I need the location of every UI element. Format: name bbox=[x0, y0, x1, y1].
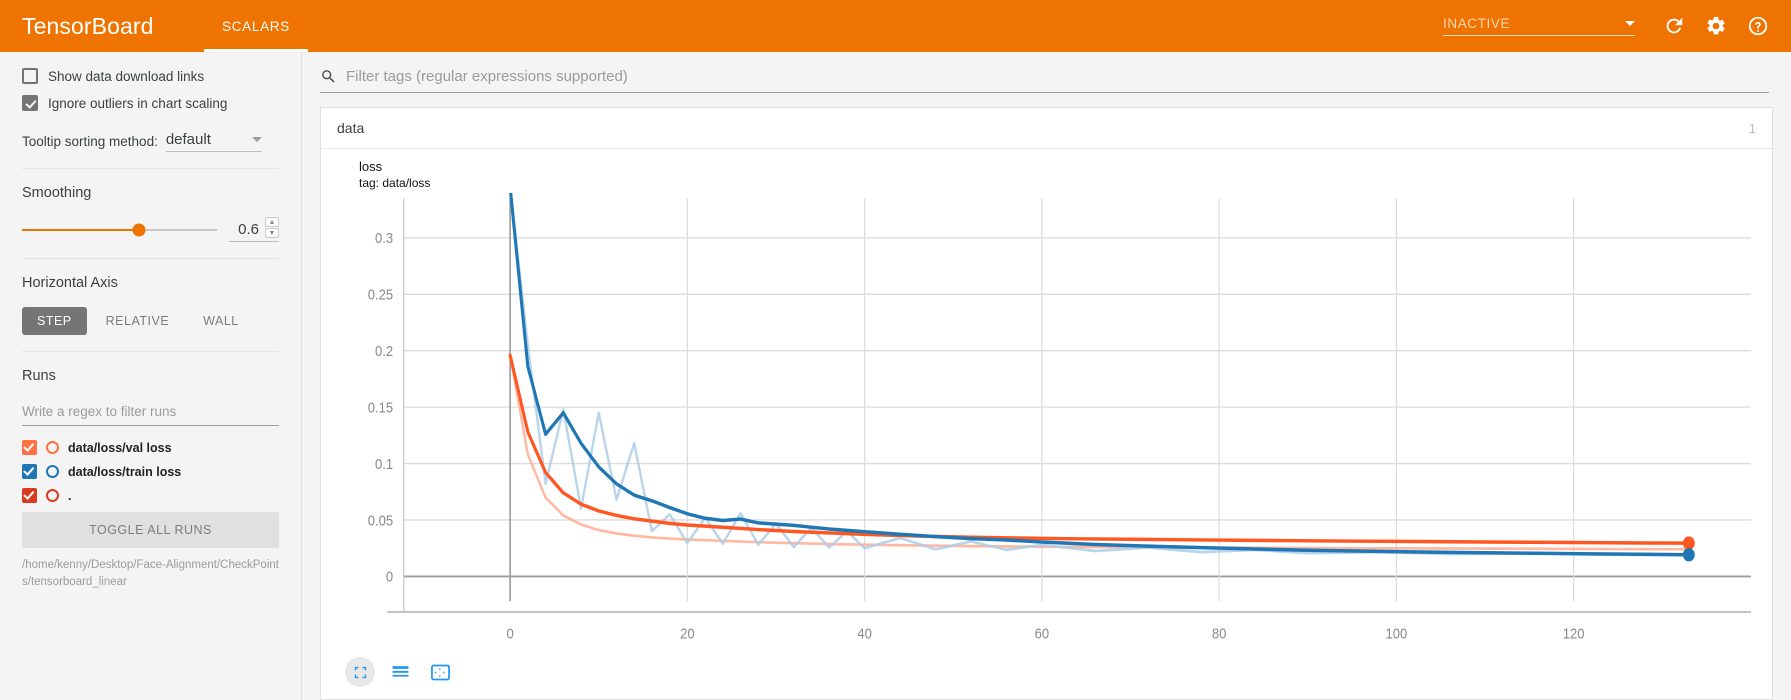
checked-box-icon bbox=[22, 95, 38, 111]
svg-text:40: 40 bbox=[857, 625, 872, 642]
chart-title: loss bbox=[359, 159, 383, 174]
help-icon bbox=[1748, 16, 1768, 36]
tag-filter-wrap bbox=[320, 68, 1769, 93]
toggle-all-runs-button[interactable]: TOGGLE ALL RUNS bbox=[22, 512, 279, 548]
run-checkbox[interactable] bbox=[22, 488, 37, 503]
svg-text:0: 0 bbox=[386, 568, 394, 585]
search-icon bbox=[322, 70, 335, 83]
tag-group-count: 1 bbox=[1748, 120, 1756, 136]
checkbox-ignore-outliers[interactable]: Ignore outliers in chart scaling bbox=[22, 95, 279, 111]
checkbox-label: Ignore outliers in chart scaling bbox=[48, 95, 228, 111]
chevron-down-icon bbox=[251, 137, 262, 142]
chevron-down-icon bbox=[1625, 21, 1635, 26]
unchecked-box-icon bbox=[22, 68, 38, 84]
run-checkbox[interactable] bbox=[22, 464, 37, 479]
chart-subtitle: tag: data/loss bbox=[359, 176, 431, 191]
run-item-dot[interactable]: . bbox=[22, 488, 279, 503]
tag-filter-bar bbox=[302, 52, 1791, 93]
page-body: Show data download links Ignore outliers… bbox=[0, 52, 1791, 700]
refresh-button[interactable] bbox=[1657, 9, 1691, 43]
svg-text:0.25: 0.25 bbox=[368, 286, 394, 303]
axis-option-step[interactable]: STEP bbox=[22, 307, 87, 335]
chart-container: loss tag: data/loss 0 0.05 0.1 0.15 0.2 0.25 0… bbox=[321, 149, 1772, 699]
tab-scalars[interactable]: SCALARS bbox=[204, 0, 308, 52]
nav-tabs: SCALARS bbox=[204, 0, 308, 52]
smoothing-slider[interactable] bbox=[22, 223, 217, 236]
smoothing-row: 0.6 ▲ ▼ bbox=[22, 217, 279, 242]
lines-icon bbox=[392, 665, 408, 677]
tag-group-header[interactable]: data 1 bbox=[321, 108, 1772, 149]
horizontal-axis-section: Horizontal Axis STEP RELATIVE WALL bbox=[22, 259, 279, 352]
stepper-up-icon[interactable]: ▲ bbox=[265, 217, 279, 227]
stepper-down-icon[interactable]: ▼ bbox=[265, 228, 279, 238]
smoothing-slider-fill bbox=[22, 228, 139, 231]
chart-plot[interactable]: 0 0.05 0.1 0.15 0.2 0.25 0.3 0 20 40 60 80 100 120 bbox=[335, 193, 1758, 655]
run-color-circle-icon bbox=[46, 441, 59, 454]
tooltip-sorting-row: Tooltip sorting method: default bbox=[22, 131, 279, 152]
checkbox-label: Show data download links bbox=[48, 68, 205, 84]
checkbox-show-download-links[interactable]: Show data download links bbox=[22, 68, 279, 84]
horizontal-axis-title: Horizontal Axis bbox=[22, 275, 118, 291]
reload-status-dropdown[interactable]: INACTIVE bbox=[1443, 16, 1635, 36]
tag-group-name: data bbox=[337, 120, 365, 136]
smoothing-section: Smoothing 0.6 ▲ ▼ bbox=[22, 169, 279, 259]
run-item-train-loss[interactable]: data/loss/train loss bbox=[22, 464, 279, 479]
smoothing-stepper[interactable]: ▲ ▼ bbox=[265, 217, 279, 238]
fit-domain-button[interactable] bbox=[425, 657, 455, 687]
horizontal-axis-buttons: STEP RELATIVE WALL bbox=[22, 307, 279, 335]
svg-text:60: 60 bbox=[1035, 625, 1050, 642]
runs-filter-input[interactable] bbox=[22, 400, 279, 426]
settings-button[interactable] bbox=[1699, 9, 1733, 43]
chart-svg[interactable]: 0 0.05 0.1 0.15 0.2 0.25 0.3 0 20 40 60 80 100 120 bbox=[335, 193, 1758, 655]
run-item-val-loss[interactable]: data/loss/val loss bbox=[22, 440, 279, 455]
tag-filter-input[interactable] bbox=[346, 68, 1769, 85]
svg-text:120: 120 bbox=[1563, 625, 1585, 642]
main-content: data 1 loss tag: data/loss 00.050.10.150… bbox=[302, 52, 1791, 700]
svg-text:0.3: 0.3 bbox=[375, 230, 393, 247]
svg-text:80: 80 bbox=[1212, 625, 1227, 642]
tooltip-sorting-select[interactable]: default bbox=[165, 131, 262, 152]
run-label: data/loss/train loss bbox=[68, 464, 182, 479]
svg-text:20: 20 bbox=[680, 625, 695, 642]
sidebar: Show data download links Ignore outliers… bbox=[0, 52, 302, 700]
runs-section: Runs data/loss/val loss data/loss/train … bbox=[22, 352, 279, 606]
smoothing-title: Smoothing bbox=[22, 185, 92, 201]
svg-text:0.05: 0.05 bbox=[368, 512, 394, 529]
charts-area: data 1 loss tag: data/loss 0 0.05 0.1 0.15 0… bbox=[302, 93, 1791, 700]
runs-title: Runs bbox=[22, 368, 56, 384]
display-options-section: Show data download links Ignore outliers… bbox=[22, 52, 279, 169]
runs-list: data/loss/val loss data/loss/train loss … bbox=[22, 440, 279, 503]
expand-icon bbox=[354, 666, 366, 678]
run-color-circle-icon bbox=[46, 465, 59, 478]
chart-controls bbox=[335, 655, 1758, 691]
fit-icon bbox=[430, 664, 450, 680]
run-label: . bbox=[68, 488, 72, 503]
svg-text:0.15: 0.15 bbox=[368, 399, 394, 416]
smoothing-slider-knob[interactable] bbox=[132, 223, 146, 236]
smoothing-value[interactable]: 0.6 bbox=[229, 221, 259, 238]
axis-option-relative[interactable]: RELATIVE bbox=[91, 307, 185, 335]
reload-status-label: INACTIVE bbox=[1443, 16, 1511, 31]
brand-title: TensorBoard bbox=[22, 12, 154, 39]
app-bar: TensorBoard SCALARS INACTIVE bbox=[0, 0, 1791, 52]
app-bar-actions: INACTIVE bbox=[1443, 0, 1791, 52]
run-checkbox[interactable] bbox=[22, 440, 37, 455]
help-button[interactable] bbox=[1741, 9, 1775, 43]
tag-group-card: data 1 loss tag: data/loss 0 0.05 0.1 0.15 0… bbox=[320, 107, 1773, 700]
run-label: data/loss/val loss bbox=[68, 440, 172, 455]
refresh-icon bbox=[1666, 17, 1683, 34]
svg-text:0.1: 0.1 bbox=[375, 455, 393, 472]
svg-text:0: 0 bbox=[507, 625, 515, 642]
axis-option-wall[interactable]: WALL bbox=[188, 307, 254, 335]
tooltip-sorting-value: default bbox=[165, 131, 211, 148]
logdir-path: /home/kenny/Desktop/Face-Alignment/Check… bbox=[22, 559, 279, 588]
gear-icon bbox=[1707, 16, 1725, 35]
svg-text:0.2: 0.2 bbox=[375, 343, 393, 360]
svg-text:100: 100 bbox=[1386, 625, 1408, 642]
smoothing-value-box: 0.6 ▲ ▼ bbox=[229, 217, 279, 242]
expand-chart-button[interactable] bbox=[345, 657, 375, 687]
run-color-circle-icon bbox=[46, 489, 59, 502]
toggle-y-axis-button[interactable] bbox=[385, 657, 415, 687]
tooltip-sorting-label: Tooltip sorting method: bbox=[22, 134, 158, 149]
